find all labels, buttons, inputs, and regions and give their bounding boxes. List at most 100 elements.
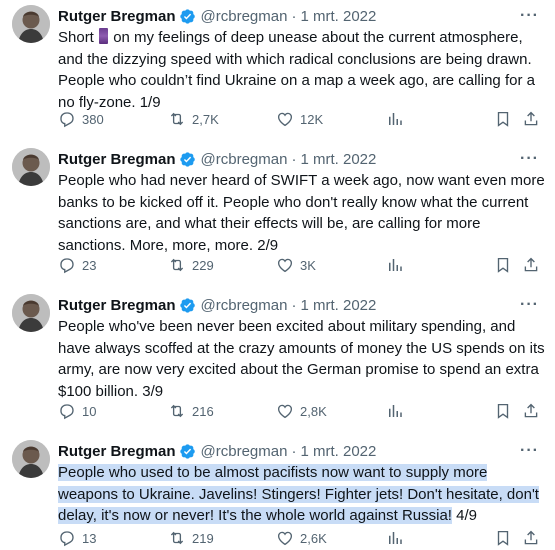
- tweet-header: Rutger Bregman @rcbregman · 1 mrt. 2022: [58, 5, 376, 27]
- retweet-button[interactable]: 2,7K: [168, 108, 219, 130]
- reply-count: 23: [82, 257, 97, 273]
- bookmark-icon: [494, 529, 512, 547]
- retweet-count: 216: [192, 403, 214, 419]
- views-chart-icon: [386, 529, 404, 547]
- more-options-icon[interactable]: ···: [520, 440, 539, 462]
- reply-icon: [58, 402, 76, 420]
- tweet-text: Short on my feelings of deep unease abou…: [58, 28, 535, 111]
- tweet-text: People who used to be almost pacifists n…: [58, 464, 539, 524]
- heart-icon: [276, 256, 294, 274]
- avatar[interactable]: [12, 440, 50, 478]
- author-handle[interactable]: @rcbregman: [201, 151, 288, 168]
- tweet-date[interactable]: 1 mrt. 2022: [300, 8, 376, 25]
- views-chart-icon: [386, 256, 404, 274]
- views-chart-icon: [386, 402, 404, 420]
- verified-badge-icon: [179, 151, 196, 168]
- avatar[interactable]: [12, 294, 50, 332]
- share-button[interactable]: [522, 254, 540, 276]
- separator: ·: [291, 442, 297, 460]
- share-button[interactable]: [522, 527, 540, 549]
- heart-icon: [276, 402, 294, 420]
- like-button[interactable]: 2,8K: [276, 400, 327, 422]
- share-icon: [522, 256, 540, 274]
- verified-badge-icon: [179, 297, 196, 314]
- retweet-button[interactable]: 229: [168, 254, 214, 276]
- more-options-icon[interactable]: ···: [520, 148, 539, 170]
- views-button[interactable]: [386, 254, 404, 276]
- author-name[interactable]: Rutger Bregman: [58, 297, 176, 314]
- bookmark-button[interactable]: [494, 254, 512, 276]
- heart-icon: [276, 110, 294, 128]
- tweet-actions: 23 229 3K: [58, 254, 548, 276]
- reply-count: 10: [82, 403, 97, 419]
- like-count: 3K: [300, 257, 316, 273]
- reply-button[interactable]: 380: [58, 108, 104, 130]
- purple-flag-icon: [99, 28, 109, 44]
- reply-button[interactable]: 10: [58, 400, 96, 422]
- reply-icon: [58, 256, 76, 274]
- views-button[interactable]: [386, 527, 404, 549]
- retweet-icon: [168, 110, 186, 128]
- retweet-count: 2,7K: [192, 111, 219, 127]
- retweet-icon: [168, 529, 186, 547]
- tweet-header: Rutger Bregman @rcbregman · 1 mrt. 2022: [58, 440, 376, 462]
- bookmark-button[interactable]: [494, 400, 512, 422]
- retweet-count: 229: [192, 257, 214, 273]
- bookmark-button[interactable]: [494, 527, 512, 549]
- like-count: 12K: [300, 111, 324, 127]
- retweet-button[interactable]: 219: [168, 527, 214, 549]
- avatar[interactable]: [12, 148, 50, 186]
- share-icon: [522, 110, 540, 128]
- share-button[interactable]: [522, 108, 540, 130]
- more-options-icon[interactable]: ···: [520, 294, 539, 316]
- separator: ·: [291, 296, 297, 314]
- like-button[interactable]: 3K: [276, 254, 316, 276]
- tweet-date[interactable]: 1 mrt. 2022: [300, 151, 376, 168]
- reply-count: 380: [82, 111, 104, 127]
- share-icon: [522, 402, 540, 420]
- share-button[interactable]: [522, 400, 540, 422]
- reply-icon: [58, 529, 76, 547]
- share-icon: [522, 529, 540, 547]
- views-chart-icon: [386, 110, 404, 128]
- author-handle[interactable]: @rcbregman: [201, 297, 288, 314]
- like-count: 2,6K: [300, 530, 327, 546]
- tweet-text: People who had never heard of SWIFT a we…: [58, 172, 545, 254]
- tweet-header: Rutger Bregman @rcbregman · 1 mrt. 2022: [58, 148, 376, 170]
- bookmark-button[interactable]: [494, 108, 512, 130]
- separator: ·: [291, 150, 297, 168]
- bookmark-icon: [494, 402, 512, 420]
- author-name[interactable]: Rutger Bregman: [58, 443, 176, 460]
- more-options-icon[interactable]: ···: [520, 5, 539, 27]
- tweet-actions: 13 219 2,6K: [58, 527, 548, 549]
- verified-badge-icon: [179, 443, 196, 460]
- bookmark-icon: [494, 256, 512, 274]
- author-name[interactable]: Rutger Bregman: [58, 151, 176, 168]
- avatar[interactable]: [12, 5, 50, 43]
- reply-count: 13: [82, 530, 97, 546]
- reply-icon: [58, 110, 76, 128]
- retweet-icon: [168, 402, 186, 420]
- retweet-button[interactable]: 216: [168, 400, 214, 422]
- tweet-date[interactable]: 1 mrt. 2022: [300, 297, 376, 314]
- retweet-icon: [168, 256, 186, 274]
- verified-badge-icon: [179, 8, 196, 25]
- views-button[interactable]: [386, 108, 404, 130]
- heart-icon: [276, 529, 294, 547]
- separator: ·: [291, 7, 297, 25]
- tweet-header: Rutger Bregman @rcbregman · 1 mrt. 2022: [58, 294, 376, 316]
- like-button[interactable]: 2,6K: [276, 527, 327, 549]
- author-name[interactable]: Rutger Bregman: [58, 8, 176, 25]
- tweet-actions: 10 216 2,8K: [58, 400, 548, 422]
- tweet-date[interactable]: 1 mrt. 2022: [300, 443, 376, 460]
- reply-button[interactable]: 13: [58, 527, 96, 549]
- tweet-actions: 380 2,7K 12K: [58, 108, 548, 130]
- retweet-count: 219: [192, 530, 214, 546]
- like-count: 2,8K: [300, 403, 327, 419]
- reply-button[interactable]: 23: [58, 254, 96, 276]
- bookmark-icon: [494, 110, 512, 128]
- author-handle[interactable]: @rcbregman: [201, 8, 288, 25]
- views-button[interactable]: [386, 400, 404, 422]
- author-handle[interactable]: @rcbregman: [201, 443, 288, 460]
- like-button[interactable]: 12K: [276, 108, 323, 130]
